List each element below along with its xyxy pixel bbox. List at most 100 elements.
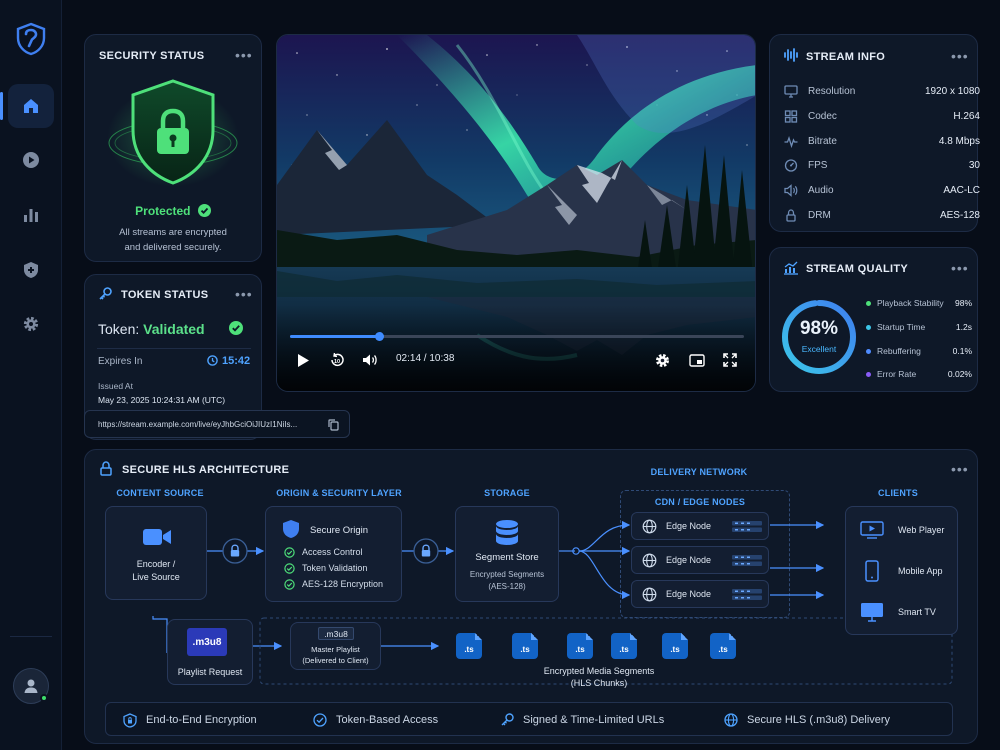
- playlist-request-label: Playlist Request: [177, 667, 243, 677]
- mobile-phone-icon: [865, 560, 879, 582]
- legend-dot: [866, 348, 871, 354]
- playlist-request-node[interactable]: .m3u8 Playlist Request: [167, 619, 253, 685]
- segment-store-title: Segment Store: [475, 552, 539, 563]
- playback-time: 02:14 / 10:38: [396, 353, 455, 364]
- globe-icon: [724, 713, 738, 727]
- encrypted-segments-label: Encrypted Media Segments (HLS Chunks): [499, 665, 699, 689]
- origin-item-label: Token Validation: [302, 563, 368, 573]
- info-label: Bitrate: [808, 135, 837, 147]
- feature-signed-urls: Signed & Time-Limited URLs: [500, 712, 664, 728]
- info-row-resolution: Resolution 1920 x 1080: [784, 80, 980, 102]
- expires-label: Expires In: [98, 356, 143, 367]
- client-label: Smart TV: [898, 607, 936, 617]
- edge-node-3[interactable]: Edge Node: [631, 580, 769, 608]
- security-description-line2: and delivered securely.: [124, 242, 222, 253]
- client-label: Mobile App: [898, 566, 943, 576]
- m3u8-file-badge: .m3u8: [187, 628, 227, 656]
- token-prefix: Token:: [98, 321, 140, 337]
- server-rack-icon: [732, 589, 762, 600]
- rewind-10-icon[interactable]: 10: [329, 352, 345, 368]
- stream-info-card: STREAM INFO ••• Resolution 1920 x 1080 C…: [769, 34, 980, 232]
- master-m3u8-badge: .m3u8: [318, 627, 354, 640]
- client-mobile-app[interactable]: Mobile App: [860, 559, 950, 583]
- copy-icon[interactable]: [328, 419, 339, 431]
- encoder-node[interactable]: Encoder / Live Source: [105, 506, 207, 600]
- key-icon: [99, 287, 112, 300]
- globe-icon: [642, 519, 657, 534]
- nav-streams-button[interactable]: [8, 138, 54, 182]
- legend-dot: [866, 324, 871, 330]
- encrypted-link-lock-icon: [222, 538, 248, 564]
- hls-architecture-panel: SECURE HLS ARCHITECTURE ••• DELIVERY NET…: [84, 449, 978, 744]
- segments-label-line2: (HLS Chunks): [570, 678, 628, 688]
- master-playlist-node[interactable]: .m3u8 Master Playlist (Delivered to Clie…: [290, 622, 381, 670]
- info-row-drm: DRM AES-128: [784, 204, 980, 226]
- protected-status: Protected: [85, 204, 261, 218]
- edge-node-2[interactable]: Edge Node: [631, 546, 769, 574]
- info-row-audio: Audio AAC-LC: [784, 179, 980, 201]
- gear-icon: [23, 316, 39, 332]
- stream-info-more-button[interactable]: •••: [951, 49, 969, 63]
- secure-origin-title: Secure Origin: [310, 525, 369, 536]
- ts-segment: .ts: [662, 633, 688, 659]
- globe-icon: [642, 553, 657, 568]
- feature-label: End-to-End Encryption: [146, 714, 257, 726]
- sidebar: [0, 0, 62, 750]
- seek-bar-progress: [290, 335, 379, 338]
- sidebar-divider: [10, 636, 52, 637]
- client-web-player[interactable]: Web Player: [860, 519, 950, 541]
- picture-in-picture-icon[interactable]: [689, 354, 705, 367]
- segment-store-node[interactable]: Segment Store Encrypted Segments (AES-12…: [455, 506, 559, 602]
- info-row-fps: FPS 30: [784, 154, 980, 176]
- nav-analytics-button[interactable]: [8, 193, 54, 237]
- fullscreen-icon[interactable]: [723, 353, 737, 367]
- feature-bar: End-to-End Encryption Token-Based Access…: [105, 702, 953, 736]
- secure-origin-node[interactable]: Secure Origin Access Control Token Valid…: [265, 506, 402, 602]
- audio-wave-icon: [784, 48, 798, 62]
- settings-gear-icon[interactable]: [655, 353, 670, 368]
- speaker-icon: [784, 183, 798, 197]
- quality-value: 1.2s: [955, 322, 972, 332]
- quality-value: 98%: [954, 298, 972, 308]
- clients-panel: Web Player Mobile App Smart TV: [845, 506, 958, 635]
- web-player-icon: [860, 521, 884, 539]
- key-icon: [501, 713, 514, 726]
- info-row-bitrate: Bitrate 4.8 Mbps: [784, 130, 980, 152]
- video-player[interactable]: 10 02:14 / 10:38: [276, 34, 756, 392]
- info-value: H.264: [953, 110, 980, 122]
- home-icon: [24, 99, 38, 113]
- edge-node-1[interactable]: Edge Node: [631, 512, 769, 540]
- database-icon: [496, 520, 518, 545]
- client-smart-tv[interactable]: Smart TV: [860, 601, 950, 623]
- user-avatar[interactable]: [13, 668, 49, 704]
- info-value: 4.8 Mbps: [938, 135, 980, 147]
- stream-quality-more-button[interactable]: •••: [951, 261, 969, 275]
- edge-node-label: Edge Node: [666, 521, 712, 531]
- feature-secure-hls-delivery: Secure HLS (.m3u8) Delivery: [724, 712, 890, 728]
- nav-settings-button[interactable]: [8, 302, 54, 346]
- token-url-field[interactable]: https://stream.example.com/live/eyJhbGci…: [84, 410, 350, 438]
- security-status-title: SECURITY STATUS: [99, 50, 205, 62]
- check-circle-icon: [313, 713, 327, 727]
- volume-icon[interactable]: [362, 353, 378, 367]
- protected-label: Protected: [135, 204, 191, 218]
- quality-row-rebuffering: Rebuffering 0.1%: [866, 344, 972, 358]
- quality-score: 98%: [799, 318, 839, 339]
- security-more-button[interactable]: •••: [235, 48, 253, 62]
- seek-handle[interactable]: [375, 332, 384, 341]
- shield-lock-icon: [123, 712, 137, 728]
- info-label: DRM: [808, 209, 831, 221]
- check-circle-icon: [284, 578, 295, 590]
- play-icon[interactable]: [297, 353, 310, 368]
- stream-quality-card: STREAM QUALITY ••• 98% Excellent Playbac…: [769, 247, 978, 392]
- app-logo-shield-icon: [15, 22, 47, 56]
- nav-home-button[interactable]: [0, 84, 54, 128]
- server-rack-icon: [732, 521, 762, 532]
- token-more-button[interactable]: •••: [235, 287, 253, 301]
- nav-security-button[interactable]: [8, 248, 54, 292]
- server-rack-icon: [732, 555, 762, 566]
- origin-item-access-control: Access Control: [284, 545, 363, 559]
- security-description-line1: All streams are encrypted: [119, 227, 227, 238]
- globe-icon: [642, 587, 657, 602]
- ts-segment: .ts: [710, 633, 736, 659]
